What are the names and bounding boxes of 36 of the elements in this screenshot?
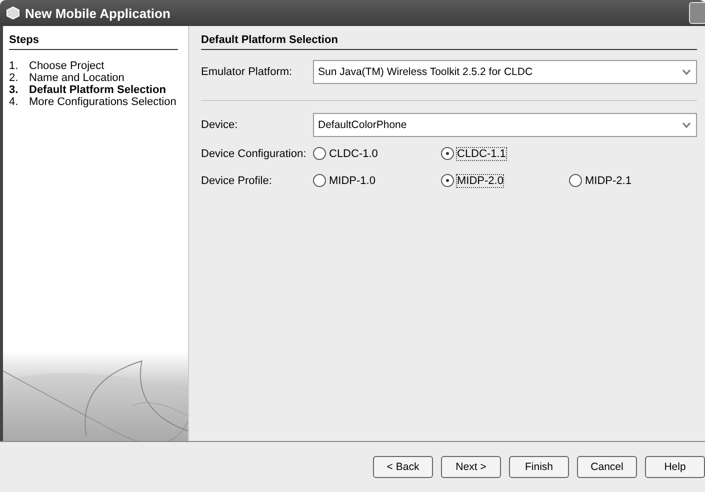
chevron-icon	[682, 69, 691, 75]
close-button[interactable]	[689, 2, 705, 24]
emulator-dropdown[interactable]: Sun Java(TM) Wireless Toolkit 2.5.2 for CLDC	[313, 60, 697, 84]
dialog-button[interactable]: Finish	[509, 456, 569, 478]
field-label: Emulator Platform:	[201, 66, 294, 78]
step-number: 1.	[9, 60, 20, 72]
radio-label[interactable]: CLDC-1.0	[329, 148, 378, 160]
step-label: Default Platform Selection	[29, 84, 166, 96]
radio-button[interactable]	[313, 174, 326, 187]
radio-label[interactable]: MIDP-2.1	[585, 174, 632, 186]
radio-button[interactable]	[313, 147, 326, 160]
dialog-button[interactable]: Cancel	[577, 456, 637, 478]
step-number: 3.	[9, 84, 20, 96]
steps-heading: Steps	[9, 34, 178, 50]
radio-button[interactable]	[441, 174, 454, 187]
step-number: 2.	[9, 72, 20, 84]
step-label: Name and Location	[29, 72, 124, 84]
window-title: New Mobile Application	[25, 6, 172, 20]
radio-label[interactable]: MIDP-2.0	[457, 174, 504, 186]
step-number: 4.	[9, 96, 20, 108]
radio-label[interactable]: CLDC-1.1	[457, 148, 506, 160]
field-label: Device Configuration:	[201, 148, 308, 160]
device-dropdown[interactable]: DefaultColorPhone	[313, 113, 697, 137]
dialog-button[interactable]: < Back	[373, 456, 433, 478]
radio-button[interactable]	[569, 174, 582, 187]
chevron-icon	[682, 122, 691, 128]
cube-icon	[6, 6, 20, 20]
field-label: Device:	[201, 119, 239, 131]
dialog-button[interactable]: Help	[645, 456, 705, 478]
field-label: Device Profile:	[201, 174, 273, 186]
dialog-button[interactable]: Next >	[441, 456, 501, 478]
radio-button[interactable]	[441, 147, 454, 160]
step-label: More Configurations Selection	[29, 96, 176, 108]
step-label: Choose Project	[29, 60, 104, 72]
panel-heading: Default Platform Selection	[201, 34, 697, 50]
radio-label[interactable]: MIDP-1.0	[329, 174, 376, 186]
